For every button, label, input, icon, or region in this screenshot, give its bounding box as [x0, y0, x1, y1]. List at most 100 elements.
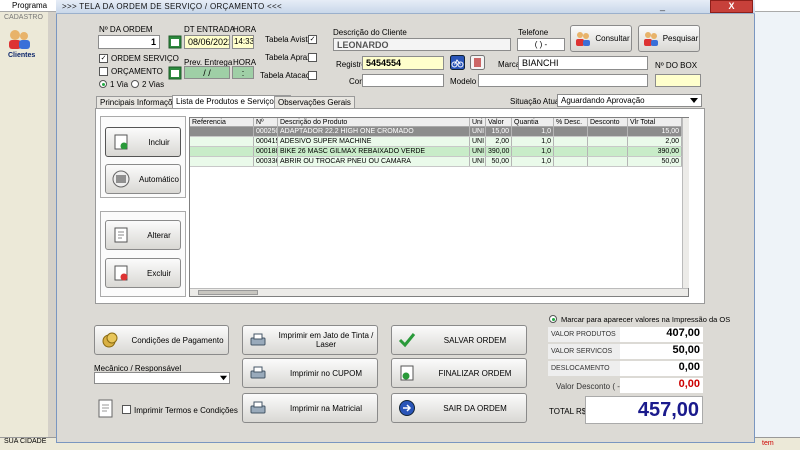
- pesquisar-button[interactable]: Pesquisar: [638, 25, 700, 52]
- clientes-icon[interactable]: [6, 28, 32, 50]
- mecanico-select[interactable]: [94, 372, 230, 384]
- hora-label: HORA: [233, 25, 257, 34]
- clientes-label[interactable]: Clientes: [8, 52, 35, 59]
- automatico-button[interactable]: Automático: [105, 164, 181, 194]
- table-cell: 2,00: [486, 137, 512, 146]
- column-header[interactable]: Uni: [470, 118, 486, 127]
- table-cell: 1,0: [512, 137, 554, 146]
- ordem-field[interactable]: 1: [98, 35, 160, 49]
- tabela-atacado-checkbox[interactable]: [308, 71, 317, 80]
- table-cell: 50,00: [486, 157, 512, 166]
- consultar-button[interactable]: Consultar: [570, 25, 632, 52]
- cor-field[interactable]: [362, 74, 444, 87]
- table-cell: [588, 147, 628, 156]
- imprimir-matricial-button[interactable]: Imprimir na Matricial: [242, 393, 378, 423]
- table-body[interactable]: 000250 ADAPTADOR 22.2 HIGH ONE CROMADO UNI…: [190, 127, 688, 167]
- servicos-value: 50,00: [620, 344, 703, 359]
- table-cell: [554, 127, 588, 136]
- column-header[interactable]: Quantia: [512, 118, 554, 127]
- dt-entrada-field[interactable]: 08/06/2022: [184, 35, 230, 49]
- column-header[interactable]: % Desc.: [554, 118, 588, 127]
- excluir-button[interactable]: Excluir: [105, 258, 181, 288]
- table-cell: 390,00: [628, 147, 682, 156]
- dt-entrada-label: DT ENTRADA: [184, 25, 235, 34]
- situacao-label: Situação Atual:: [510, 97, 564, 106]
- tabela-aprazo-checkbox[interactable]: [308, 53, 317, 62]
- column-header[interactable]: Referencia: [190, 118, 254, 127]
- prev-entrega-field[interactable]: / /: [184, 66, 230, 79]
- finalize-doc-icon: [400, 365, 414, 381]
- produtos-label: VALOR PRODUTOS: [551, 331, 616, 338]
- registro-field[interactable]: 5454554: [362, 56, 444, 70]
- incluir-button[interactable]: Incluir: [105, 127, 181, 157]
- table-horizontal-scrollbar[interactable]: [190, 288, 688, 296]
- no-box-field[interactable]: [655, 74, 701, 87]
- condicoes-pagamento-button[interactable]: Condições de Pagamento: [94, 325, 229, 355]
- calendar-icon[interactable]: [168, 66, 182, 80]
- sair-ordem-button[interactable]: SAIR DA ORDEM: [391, 393, 527, 423]
- via2-radio[interactable]: [131, 80, 139, 88]
- table-cell: 1,0: [512, 127, 554, 136]
- marca-field[interactable]: BIANCHI: [518, 56, 648, 70]
- table-cell: 1,0: [512, 147, 554, 156]
- modelo-label: Modelo: [450, 77, 477, 86]
- modelo-field[interactable]: [478, 74, 648, 87]
- orcamento-checkbox[interactable]: [99, 67, 108, 76]
- cliente-field[interactable]: LEONARDO: [333, 38, 511, 51]
- alterar-button[interactable]: Alterar: [105, 220, 181, 250]
- table-cell: [588, 127, 628, 136]
- table-cell: 2,00: [628, 137, 682, 146]
- marcar-radio[interactable]: [549, 315, 557, 323]
- bike-icon[interactable]: [450, 55, 465, 70]
- notebook-icon[interactable]: [470, 55, 485, 70]
- minimize-button[interactable]: _: [660, 1, 665, 11]
- table-row[interactable]: 000415 ADESIVO SUPER MACHINE UNI 2,00 1,0 2,0…: [190, 137, 688, 147]
- scroll-thumb[interactable]: [198, 290, 258, 295]
- column-header[interactable]: Nº: [254, 118, 278, 127]
- via1-radio[interactable]: [99, 80, 107, 88]
- marcar-label: Marcar para aparecer valores na Impressã…: [561, 315, 731, 324]
- imprimir-termos-checkbox[interactable]: [122, 405, 131, 414]
- tab-observacoes[interactable]: Observações Gerais: [274, 96, 355, 108]
- column-header[interactable]: Vlr Total: [628, 118, 682, 127]
- cor-label: Cor: [349, 77, 362, 86]
- table-cell: ADESIVO SUPER MACHINE: [278, 137, 470, 146]
- salvar-ordem-button[interactable]: SALVAR ORDEM: [391, 325, 527, 355]
- chevron-down-icon[interactable]: [219, 374, 228, 382]
- imprimir-cupom-button[interactable]: Imprimir no CUPOM: [242, 358, 378, 388]
- column-header[interactable]: Descrição do Produto: [278, 118, 470, 127]
- column-header[interactable]: Desconto: [588, 118, 628, 127]
- table-cell: 000188: [256, 147, 278, 156]
- column-header[interactable]: Valor: [486, 118, 512, 127]
- close-button[interactable]: X: [710, 0, 753, 13]
- items-table[interactable]: Referencia Nº Descrição do Produto Uni Valor…: [189, 117, 689, 297]
- imprimir-termos-label: Imprimir Termos e Condições: [134, 406, 238, 415]
- telefone-field[interactable]: ( ) -: [517, 38, 565, 51]
- background-sidebar: [0, 12, 48, 442]
- background-cadastro-label: CADASTRO: [4, 14, 43, 21]
- table-row[interactable]: 000250 ADAPTADOR 22.2 HIGH ONE CROMADO UNI…: [190, 127, 688, 137]
- table-cell: 50,00: [628, 157, 682, 166]
- hora2-field[interactable]: :: [232, 66, 254, 79]
- hora-field[interactable]: 14:33: [232, 35, 254, 49]
- table-row[interactable]: 000336 ABRIR OU TROCAR PNEU OU CAMARA UNI 5…: [190, 157, 688, 167]
- table-cell: ABRIR OU TROCAR PNEU OU CAMARA: [278, 157, 470, 166]
- chevron-down-icon[interactable]: [689, 96, 699, 105]
- imprimir-jato-button[interactable]: Imprimir em Jato de Tinta / Laser: [242, 325, 378, 355]
- deslocamento-value[interactable]: 0,00: [620, 361, 703, 376]
- no-box-label: Nº DO BOX: [655, 61, 698, 70]
- tabela-atacado-label: Tabela Atacado: [260, 71, 315, 80]
- tabela-avista-checkbox[interactable]: ✓: [308, 35, 317, 44]
- finalizar-ordem-button[interactable]: FINALIZAR ORDEM: [391, 358, 527, 388]
- table-row[interactable]: 000188 BIKE 26 MASC GILMAX REBAIXADO VERD…: [190, 147, 688, 157]
- table-cell: 000250: [256, 127, 278, 136]
- tabela-avista-label: Tabela Avista: [265, 35, 312, 44]
- calendar-icon[interactable]: [168, 35, 182, 49]
- barcode-icon: [112, 170, 130, 188]
- marca-label: Marca: [498, 60, 521, 69]
- ordem-servico-checkbox[interactable]: ✓: [99, 54, 108, 63]
- situacao-select[interactable]: Aguardando Aprovação: [557, 94, 702, 107]
- table-vertical-scrollbar[interactable]: [682, 118, 689, 288]
- desconto-value[interactable]: 0,00: [620, 378, 703, 393]
- table-cell: [554, 157, 588, 166]
